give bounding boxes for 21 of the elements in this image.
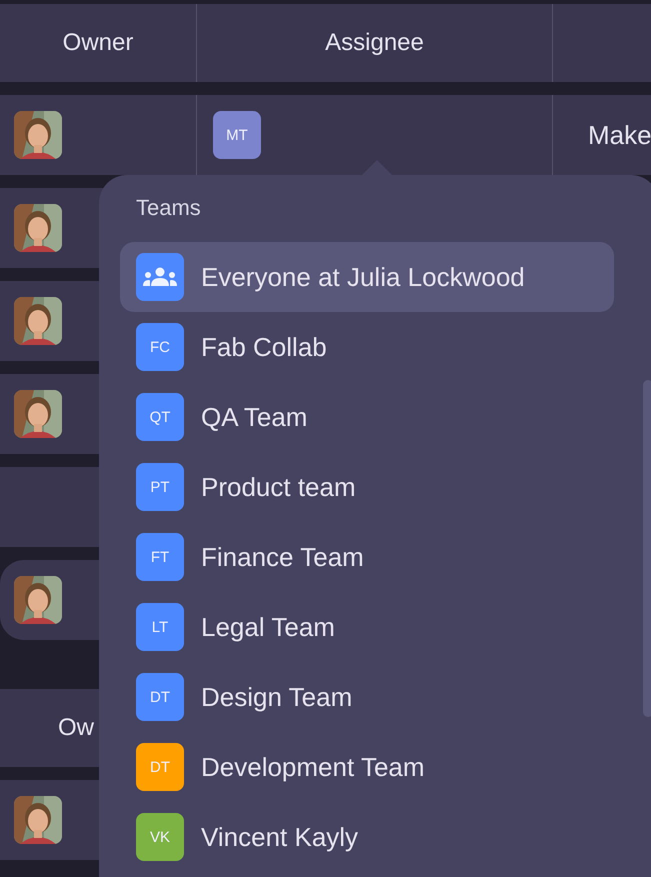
team-item[interactable]: LT Legal Team <box>120 592 614 662</box>
team-item[interactable]: VK Vincent Kayly <box>120 802 614 872</box>
initials-badge: LT <box>136 603 184 651</box>
initials-badge: FC <box>136 323 184 371</box>
section-title: Teams <box>136 195 202 221</box>
initials-badge: QT <box>136 393 184 441</box>
team-item[interactable]: PT Product team <box>120 452 614 522</box>
initials-badge: FT <box>136 533 184 581</box>
scrollbar[interactable] <box>643 380 651 717</box>
table-cell: Make <box>588 120 651 150</box>
initials-badge: VK <box>136 813 184 861</box>
team-item[interactable]: FT Finance Team <box>120 522 614 592</box>
initials-badge: DT <box>136 743 184 791</box>
team-item[interactable]: FC Fab Collab <box>120 312 614 382</box>
initials-badge: DT <box>136 673 184 721</box>
team-item[interactable]: Everyone at Julia Lockwood <box>120 242 614 312</box>
team-item[interactable]: QT QA Team <box>120 382 614 452</box>
column-header: Owner <box>0 4 197 82</box>
column-header: Assignee <box>197 4 553 82</box>
assignee-badge: MT <box>213 111 261 159</box>
initials-badge: PT <box>136 463 184 511</box>
